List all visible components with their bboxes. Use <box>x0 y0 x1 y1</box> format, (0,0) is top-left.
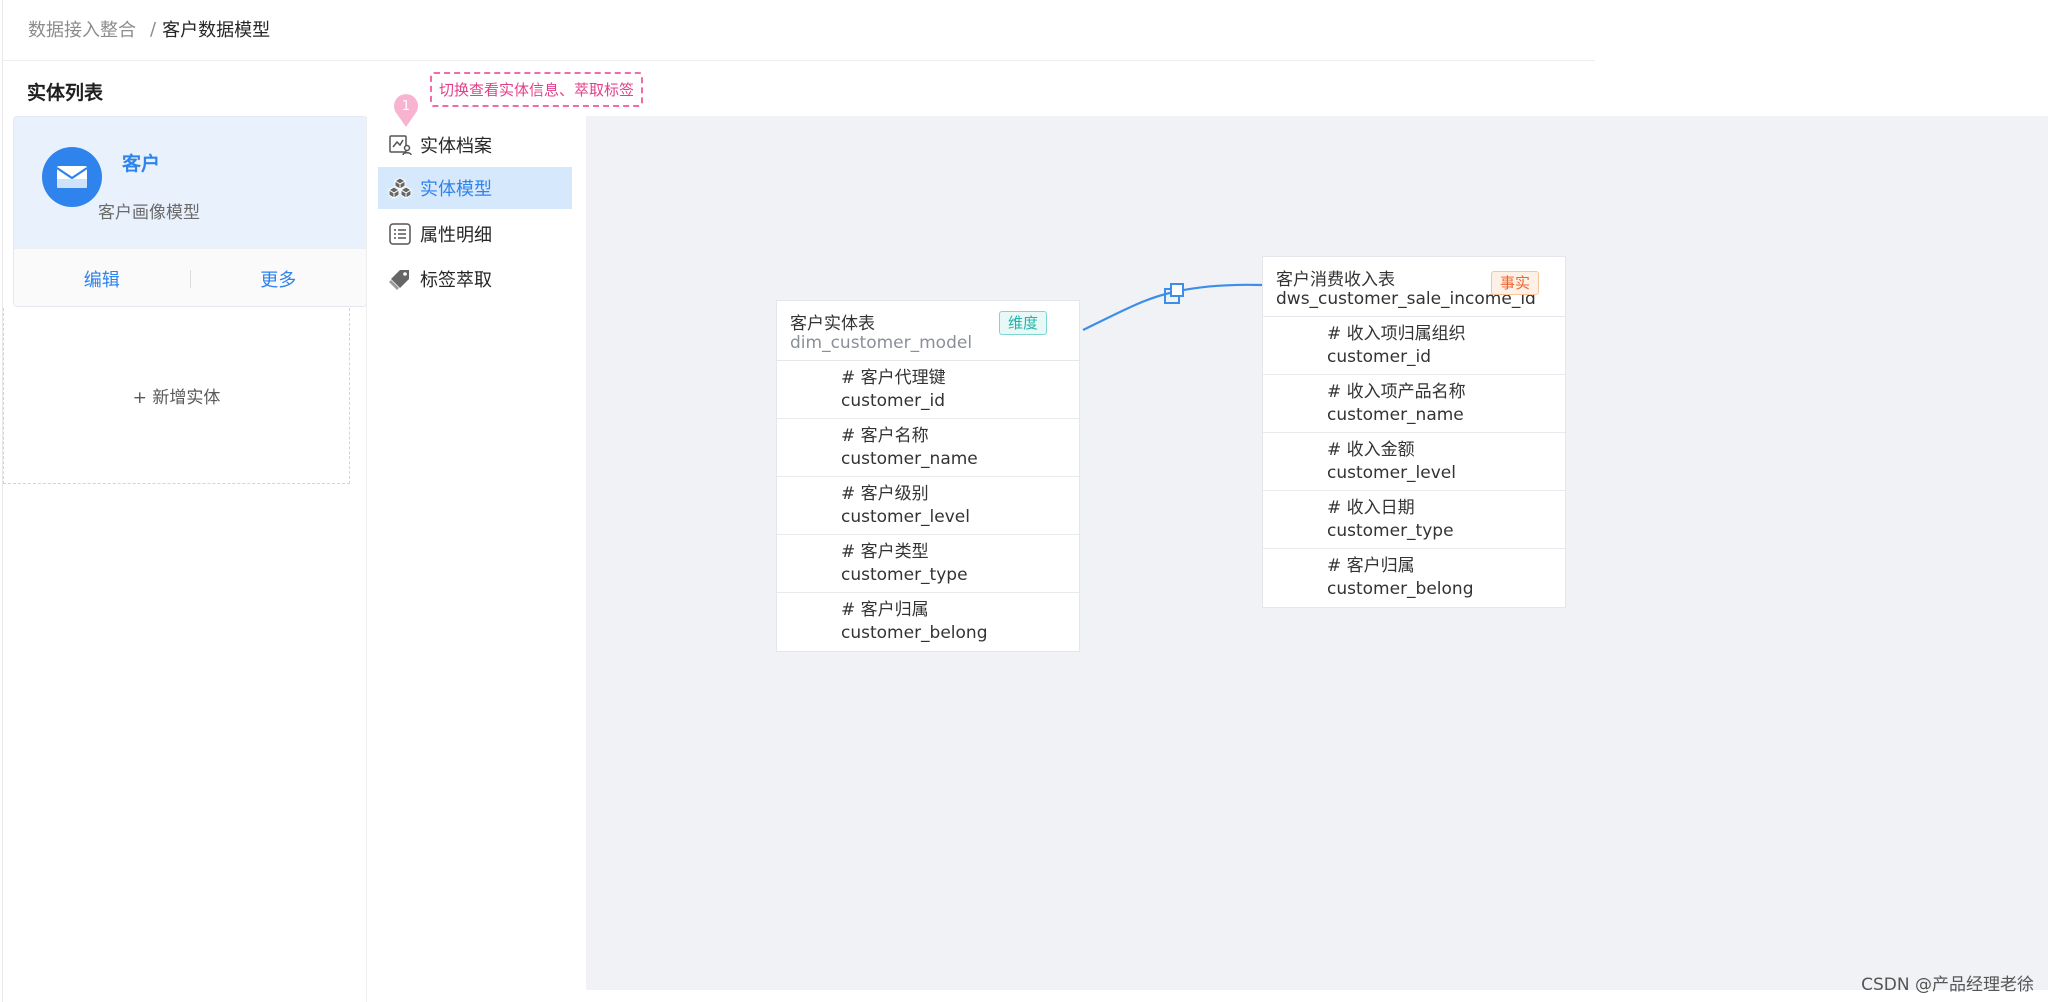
table-row: # 收入金额 customer_level <box>1263 433 1565 491</box>
list-icon <box>388 222 412 246</box>
table-row: # 客户代理键 customer_id <box>777 361 1079 419</box>
fact-tag-badge: 事实 <box>1491 271 1540 295</box>
field-cn: # 客户名称 <box>841 426 929 446</box>
profile-chart-icon <box>388 133 412 157</box>
entity-name: 客户 <box>122 153 161 175</box>
dim-tag-badge: 维度 <box>999 311 1048 335</box>
field-cn: # 客户归属 <box>841 600 929 620</box>
entity-card-actions: 编辑 更多 <box>14 248 367 306</box>
table-row: # 客户归属 customer_belong <box>1263 549 1565 607</box>
section-title: 实体列表 <box>27 82 104 104</box>
field-cn: # 收入项归属组织 <box>1327 324 1466 344</box>
dim-table-node[interactable]: 客户实体表 dim_customer_model 维度 # 客户代理键 cust… <box>776 300 1080 652</box>
fact-table-title: 客户消费收入表 <box>1276 270 1395 290</box>
entity-card-header: 客户 客户画像模型 <box>14 117 366 248</box>
menu-item-entity-profile[interactable]: 实体档案 <box>378 124 572 166</box>
field-en: customer_name <box>1327 405 1464 425</box>
more-button[interactable]: 更多 <box>191 266 367 292</box>
field-cn: # 收入项产品名称 <box>1327 382 1466 402</box>
breadcrumb-current: 客户数据模型 <box>162 20 271 41</box>
add-entity-button[interactable]: + 新增实体 <box>3 308 350 484</box>
envelope-icon <box>42 147 102 207</box>
table-row: # 客户归属 customer_belong <box>777 593 1079 651</box>
field-cn: # 客户归属 <box>1327 556 1415 576</box>
field-en: customer_type <box>841 565 968 585</box>
menu-label: 实体档案 <box>420 136 492 157</box>
annotation-marker: 1 <box>393 94 419 128</box>
menu-label: 标签萃取 <box>420 270 492 291</box>
breadcrumb-separator: / <box>150 18 157 40</box>
field-en: customer_type <box>1327 521 1454 541</box>
table-row: # 收入项归属组织 customer_id <box>1263 317 1565 375</box>
field-cn: # 收入金额 <box>1327 440 1415 460</box>
menu-label: 实体模型 <box>420 179 492 200</box>
dim-table-title: 客户实体表 <box>790 314 875 334</box>
canvas-top-spacer <box>1595 60 2048 116</box>
field-en: customer_id <box>841 391 946 411</box>
field-cn: # 客户类型 <box>841 542 929 562</box>
field-en: customer_level <box>841 507 970 527</box>
table-row: # 客户级别 customer_level <box>777 477 1079 535</box>
header-divider <box>3 60 1595 61</box>
dim-table-header: 客户实体表 dim_customer_model 维度 <box>777 301 1079 361</box>
field-cn: # 客户级别 <box>841 484 929 504</box>
dim-table-name: dim_customer_model <box>790 333 973 353</box>
table-row: # 收入项产品名称 customer_name <box>1263 375 1565 433</box>
menu-item-tag-extraction[interactable]: 标签萃取 <box>378 258 572 300</box>
table-row: # 收入日期 customer_type <box>1263 491 1565 549</box>
field-cn: # 客户代理键 <box>841 368 946 388</box>
table-row: # 客户名称 customer_name <box>777 419 1079 477</box>
annotation-callout: 切换查看实体信息、萃取标签 <box>430 72 644 107</box>
watermark: CSDN @产品经理老徐 <box>1861 975 2034 995</box>
menu-label: 属性明细 <box>420 225 492 246</box>
entity-card[interactable]: 客户 客户画像模型 编辑 更多 <box>13 116 367 307</box>
fact-table-header: 客户消费收入表 dws_customer_sale_income_id 事实 <box>1263 257 1565 317</box>
entity-description: 客户画像模型 <box>98 203 200 223</box>
field-cn: # 收入日期 <box>1327 498 1415 518</box>
menu-item-attribute-detail[interactable]: 属性明细 <box>378 213 572 255</box>
table-row: # 客户类型 customer_type <box>777 535 1079 593</box>
breadcrumb-parent[interactable]: 数据接入整合 <box>28 16 136 42</box>
fact-table-node[interactable]: 客户消费收入表 dws_customer_sale_income_id 事实 #… <box>1262 256 1566 608</box>
field-en: customer_level <box>1327 463 1456 483</box>
annotation-number: 1 <box>401 99 411 114</box>
column-divider <box>366 116 367 1002</box>
model-canvas[interactable]: 客户实体表 dim_customer_model 维度 # 客户代理键 cust… <box>586 116 2048 990</box>
field-en: customer_belong <box>841 623 988 643</box>
field-en: customer_name <box>841 449 978 469</box>
cubes-icon <box>388 176 412 200</box>
field-en: customer_id <box>1327 347 1432 367</box>
breadcrumb: 数据接入整合 / 客户数据模型 <box>28 16 270 42</box>
field-en: customer_belong <box>1327 579 1474 599</box>
tags-icon <box>388 267 412 291</box>
left-border <box>2 0 3 1002</box>
menu-item-entity-model[interactable]: 实体模型 <box>378 167 572 209</box>
edit-button[interactable]: 编辑 <box>14 266 190 292</box>
